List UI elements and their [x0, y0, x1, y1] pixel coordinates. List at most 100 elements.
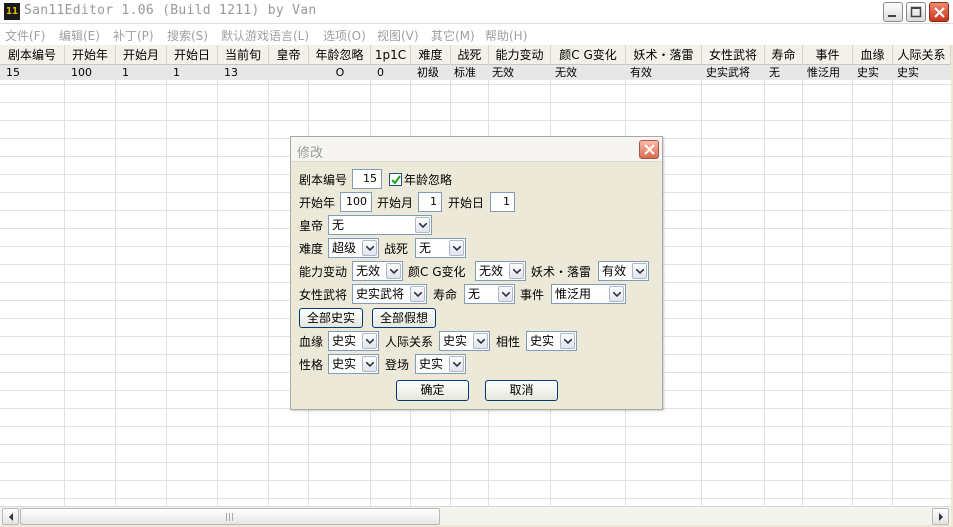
checkmark-icon — [391, 175, 401, 185]
chevron-down-icon[interactable] — [449, 240, 464, 256]
scroll-right-button[interactable] — [932, 508, 949, 525]
event-label: 事件 — [520, 288, 545, 302]
dialog-title-bar: 修改 — [291, 137, 662, 162]
personality-select[interactable]: 史实 — [328, 354, 379, 374]
select-value: 无 — [468, 287, 481, 301]
affinity-select[interactable]: 史实 — [526, 331, 577, 351]
chevron-down-icon[interactable] — [362, 356, 377, 372]
scenario-number-input[interactable]: 15 — [352, 169, 382, 189]
magic-label: 妖术・落雷 — [531, 265, 592, 279]
chevron-down-icon[interactable] — [415, 217, 430, 233]
column-header[interactable]: 事件 — [803, 45, 853, 65]
scroll-left-button[interactable] — [2, 508, 19, 525]
menu-view[interactable]: 视图(V) — [377, 27, 419, 44]
lifespan-label: 寿命 — [433, 288, 458, 302]
death-select[interactable]: 无 — [415, 238, 466, 258]
ok-button[interactable]: 确定 — [396, 380, 469, 401]
menu-default-language[interactable]: 默认游戏语言(L) — [221, 27, 309, 44]
start-year-label: 开始年 — [299, 196, 336, 210]
cell: 史实 — [897, 66, 919, 79]
lifespan-select[interactable]: 无 — [464, 284, 515, 304]
column-header[interactable]: 开始月 — [116, 45, 167, 65]
column-header[interactable]: 颜C G变化 — [551, 45, 626, 65]
select-value: 史实 — [332, 334, 357, 348]
chevron-down-icon[interactable] — [560, 333, 575, 349]
cancel-button[interactable]: 取消 — [485, 380, 558, 401]
cell: 史实武将 — [706, 66, 750, 79]
column-header[interactable]: 人际关系 — [893, 45, 951, 65]
column-header[interactable]: 血缘 — [853, 45, 893, 65]
column-header[interactable]: 开始日 — [167, 45, 218, 65]
chevron-down-icon[interactable] — [473, 333, 488, 349]
chevron-down-icon[interactable] — [632, 263, 647, 279]
cell: 标准 — [454, 66, 476, 79]
relations-select[interactable]: 史实 — [439, 331, 490, 351]
start-month-label: 开始月 — [377, 196, 414, 210]
face-cg-label: 颜C G变化 — [408, 265, 466, 279]
menu-options[interactable]: 选项(O) — [323, 27, 366, 44]
table-row[interactable]: 15 100 1 1 13 O 0 初级 标准 无效 无效 有效 史实武将 无 … — [0, 65, 951, 80]
dialog-close-button[interactable] — [639, 140, 659, 159]
minimize-button[interactable] — [883, 2, 903, 22]
cell: 有效 — [630, 66, 652, 79]
modify-dialog: 修改 剧本编号 15 年龄忽略 开始年 100 开始月 1 开始日 1 皇帝 无… — [290, 136, 663, 410]
column-header[interactable]: 寿命 — [765, 45, 803, 65]
select-value: 无 — [419, 241, 432, 255]
appearance-select[interactable]: 史实 — [415, 354, 466, 374]
all-historical-button[interactable]: 全部史实 — [299, 308, 363, 328]
menu-edit[interactable]: 编辑(E) — [59, 27, 100, 44]
age-ignore-checkbox[interactable] — [389, 173, 402, 186]
menu-help[interactable]: 帮助(H) — [485, 27, 527, 44]
scenario-label: 剧本编号 — [299, 173, 348, 187]
chevron-down-icon[interactable] — [449, 356, 464, 372]
cell: 1 — [173, 66, 180, 79]
face-cg-select[interactable]: 无效 — [475, 261, 526, 281]
close-button[interactable] — [929, 2, 949, 22]
column-header[interactable]: 年龄忽略 — [309, 45, 371, 65]
cell — [269, 65, 309, 80]
ability-select[interactable]: 无效 — [352, 261, 403, 281]
chevron-down-icon[interactable] — [362, 333, 377, 349]
select-value: 史实 — [332, 357, 357, 371]
column-header[interactable]: 女性武将 — [702, 45, 765, 65]
select-value: 史实武将 — [356, 287, 405, 301]
maximize-button[interactable] — [906, 2, 926, 22]
start-day-input[interactable]: 1 — [490, 192, 515, 212]
column-header[interactable]: 妖术・落雷 — [626, 45, 702, 65]
column-header[interactable]: 战死 — [451, 45, 489, 65]
cell: 100 — [71, 66, 92, 79]
difficulty-select[interactable]: 超级 — [328, 238, 379, 258]
column-header[interactable]: 能力变动 — [489, 45, 551, 65]
emperor-select[interactable]: 无 — [328, 215, 432, 235]
chevron-down-icon[interactable] — [386, 263, 401, 279]
chevron-down-icon[interactable] — [410, 286, 425, 302]
menu-patch[interactable]: 补丁(P) — [113, 27, 154, 44]
select-value: 无效 — [479, 264, 504, 278]
menu-search[interactable]: 搜索(S) — [167, 27, 208, 44]
scroll-thumb[interactable] — [20, 508, 440, 525]
column-header[interactable]: 剧本编号 — [0, 45, 65, 65]
chevron-down-icon[interactable] — [362, 240, 377, 256]
column-header[interactable]: 开始年 — [65, 45, 116, 65]
bloodline-label: 血缘 — [299, 335, 324, 349]
menu-file[interactable]: 文件(F) — [5, 27, 45, 44]
start-month-input[interactable]: 1 — [418, 192, 442, 212]
chevron-down-icon[interactable] — [498, 286, 513, 302]
bloodline-select[interactable]: 史实 — [328, 331, 379, 351]
difficulty-label: 难度 — [299, 242, 324, 256]
start-year-input[interactable]: 100 — [340, 192, 372, 212]
column-header[interactable]: 难度 — [411, 45, 451, 65]
chevron-down-icon[interactable] — [509, 263, 524, 279]
event-select[interactable]: 惟泛用 — [551, 284, 626, 304]
chevron-down-icon[interactable] — [609, 286, 624, 302]
menu-other[interactable]: 其它(M) — [431, 27, 475, 44]
select-value: 无 — [332, 218, 345, 232]
column-header[interactable]: 皇帝 — [269, 45, 309, 65]
grip-icon — [226, 513, 235, 521]
horizontal-scrollbar[interactable] — [0, 506, 951, 525]
column-header[interactable]: 1p1C — [371, 45, 411, 65]
magic-select[interactable]: 有效 — [598, 261, 649, 281]
female-general-select[interactable]: 史实武将 — [352, 284, 427, 304]
column-header[interactable]: 当前旬 — [218, 45, 269, 65]
all-fictional-button[interactable]: 全部假想 — [372, 308, 436, 328]
